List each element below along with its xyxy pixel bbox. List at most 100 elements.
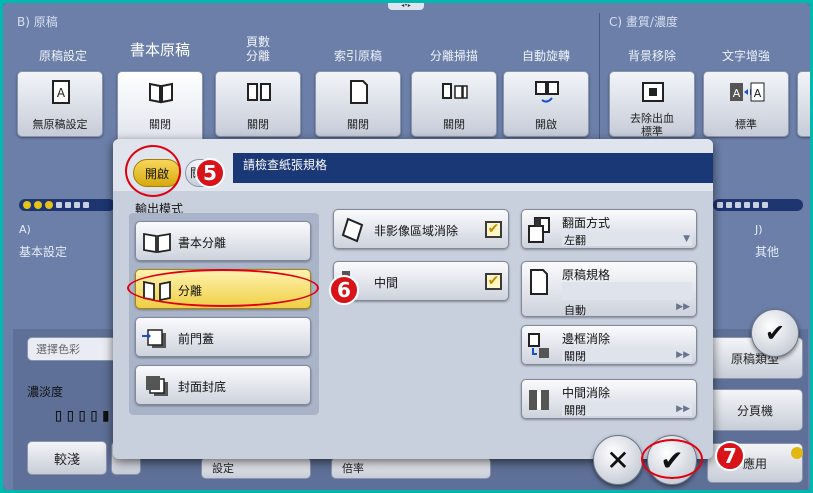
checkbox-checked[interactable]: ✔ — [485, 221, 502, 238]
col-label-auto-rotate: 自動旋轉 — [521, 49, 570, 63]
setting-field[interactable]: 設定 — [201, 457, 311, 479]
setting-frame-erase[interactable]: 邊框消除 關閉 ▶▶ — [521, 325, 697, 365]
cancel-button[interactable]: ✕ — [593, 435, 643, 485]
setting-value-box — [562, 282, 692, 300]
basic-settings-label: 基本設定 — [19, 245, 68, 259]
page-indicator — [19, 199, 115, 211]
setting-center-erase[interactable]: 中間消除 關閉 ▶▶ — [521, 379, 697, 419]
setting-label: 中間消除 — [562, 386, 611, 400]
binding-direction-icon — [528, 217, 550, 243]
two-pages-icon — [247, 83, 271, 101]
page-indicator-right — [713, 199, 803, 211]
forward-arrow-icon: ▶▶ — [676, 404, 690, 414]
highlight-ring-step7 — [641, 439, 703, 479]
tile-value: 關閉 — [247, 118, 269, 131]
apply-indicator — [791, 447, 803, 459]
checkbox-checked[interactable]: ✔ — [485, 273, 502, 290]
step-6-badge: 6 — [329, 275, 359, 305]
top-handle: ◂•▸ — [388, 3, 424, 10]
check-label: 非影像區域消除 — [374, 224, 459, 238]
check-non-image-erase[interactable]: 非影像區域消除 ✔ — [333, 209, 509, 249]
frame-erase-icon — [528, 333, 549, 358]
tile-page-separation[interactable]: 關閉 — [215, 71, 301, 137]
lighter-button[interactable]: 較淺 — [27, 441, 107, 475]
dropdown-arrow-icon: ▼ — [683, 234, 690, 244]
tile-value: 無原稿設定 — [32, 118, 88, 131]
tile-original-setting[interactable]: A 無原稿設定 — [17, 71, 103, 137]
tile-value: 標準 — [735, 118, 757, 131]
background-ok-button[interactable]: ✔ — [751, 309, 799, 357]
separate-scan-icon — [442, 83, 468, 99]
index-document-icon — [350, 80, 368, 104]
setting-value: 自動 — [564, 304, 586, 317]
col-label-book-original: 書本原稿 — [129, 41, 190, 59]
non-image-erase-icon — [341, 217, 364, 243]
check-label: 中間 — [374, 276, 399, 290]
center-erase-icon — [529, 390, 549, 410]
background-remove-icon — [642, 82, 664, 102]
tile-value: 關閉 — [347, 118, 369, 131]
setting-label: 原稿規格 — [562, 268, 611, 282]
select-color-field[interactable]: 選擇色彩 — [27, 337, 117, 361]
text-enhance-icon: AA — [730, 82, 765, 102]
front-back-cover-icon — [146, 376, 168, 396]
svg-text:A: A — [733, 87, 741, 100]
step-5-badge: 5 — [195, 158, 225, 188]
document-a-icon: A — [52, 80, 70, 104]
setting-label: 邊框消除 — [562, 332, 611, 346]
tile-index-original[interactable]: 關閉 — [315, 71, 401, 137]
option-label: 封面封底 — [178, 380, 227, 394]
tile-background-removal[interactable]: 去除出血 標準 — [609, 71, 695, 138]
col-label-original-setting: 原稿設定 — [38, 49, 87, 63]
highlight-ring-step5 — [125, 145, 181, 197]
dialog-message: 請檢查紙張規格 — [233, 153, 713, 183]
tile-auto-rotate[interactable]: 開啟 — [503, 71, 589, 137]
option-label: 書本分離 — [178, 236, 227, 250]
open-book-icon — [149, 82, 173, 104]
front-cover-icon — [142, 329, 166, 348]
forward-arrow-icon: ▶▶ — [676, 302, 690, 312]
other-label: 其他 — [755, 245, 780, 259]
setting-binding-direction[interactable]: 翻面方式 左翻 ▼ — [521, 209, 697, 249]
ratio-field[interactable]: 倍率 — [331, 457, 491, 479]
col-label-separate-scan: 分離掃描 — [429, 49, 478, 63]
check-center[interactable]: 中間 ✔ — [333, 261, 509, 301]
step-7-badge: 7 — [715, 441, 745, 471]
tile-value: 關閉 — [443, 118, 465, 131]
tile-value: 去除出血 標準 — [630, 112, 674, 138]
col-label-background-removal: 背景移除 — [627, 49, 676, 63]
setting-value: 關閉 — [562, 348, 692, 363]
section-b-title: B) 原稿 — [17, 15, 58, 29]
col-label-index-original: 索引原稿 — [333, 49, 382, 63]
output-mode-front-back-cover[interactable]: 封面封底 — [135, 365, 311, 405]
tile-separate-scan[interactable]: 關閉 — [411, 71, 497, 137]
original-size-icon — [530, 269, 548, 295]
section-divider — [599, 13, 600, 143]
highlight-ring-step6 — [127, 269, 319, 307]
tile-partial[interactable] — [797, 71, 810, 137]
auto-rotate-icon — [535, 81, 559, 103]
tile-text-enhance[interactable]: AA 標準 — [703, 71, 789, 137]
paging-button[interactable]: 分頁機 — [707, 389, 803, 431]
setting-label: 翻面方式 — [562, 216, 611, 230]
setting-value: 左翻 — [562, 232, 692, 247]
output-mode-front-cover[interactable]: 前門蓋 — [135, 317, 311, 357]
svg-text:A: A — [57, 86, 66, 100]
book-spread-icon — [143, 232, 171, 253]
section-a-label: A) — [19, 223, 31, 236]
option-label: 前門蓋 — [178, 332, 215, 346]
setting-value: 關閉 — [562, 402, 692, 417]
tile-value: 開啟 — [535, 118, 557, 131]
screen-frame: B) 原稿 C) 畫質/濃度 原稿設定 書本原稿 頁數 分離 索引原稿 分離掃描… — [3, 3, 810, 490]
output-mode-book-spread[interactable]: 書本分離 — [135, 221, 311, 261]
col-label-page-separation: 頁數 分離 — [245, 35, 270, 63]
col-label-text-enhance: 文字增強 — [721, 49, 770, 63]
forward-arrow-icon: ▶▶ — [676, 350, 690, 360]
density-label: 濃淡度 — [27, 385, 64, 399]
setting-original-size[interactable]: 原稿規格 自動 ▶▶ — [521, 261, 697, 317]
section-j-label: J) — [755, 223, 763, 236]
tile-book-original[interactable]: 關閉 — [117, 71, 203, 145]
section-c-title: C) 畫質/濃度 — [609, 15, 678, 29]
tile-value: 關閉 — [149, 118, 171, 131]
svg-text:A: A — [754, 87, 762, 100]
